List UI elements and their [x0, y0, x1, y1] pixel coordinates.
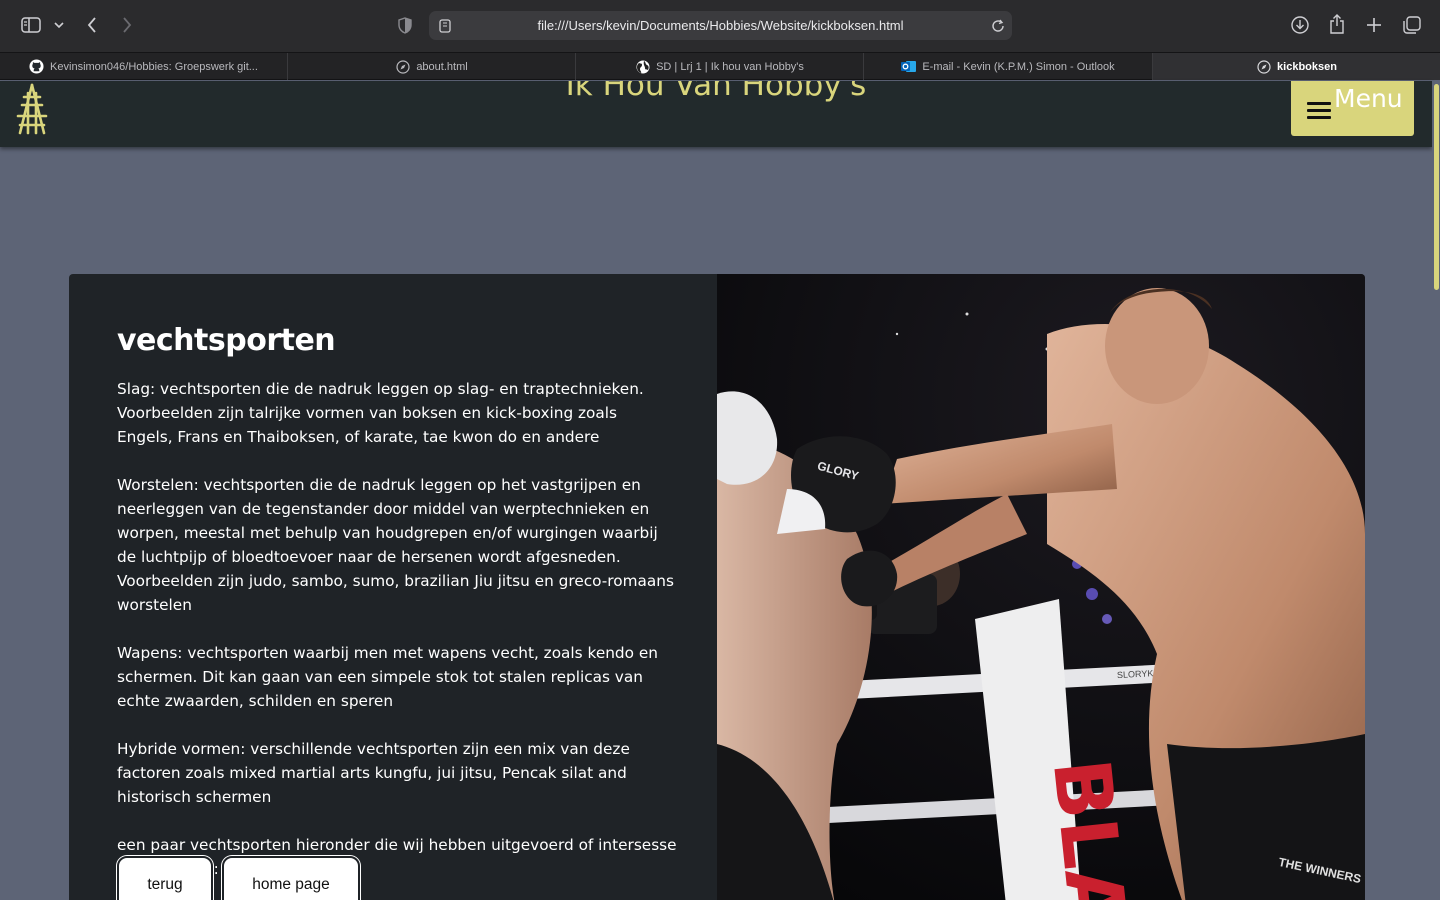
section-heading: vechtsporten	[117, 323, 336, 358]
paragraph-slag: Slag: vechtsporten die de nadruk leggen …	[117, 380, 644, 446]
tab-label: SD | Lrj 1 | Ik hou van Hobby's	[656, 60, 804, 73]
reload-icon[interactable]	[991, 18, 1005, 37]
page-scrollbar-thumb[interactable]	[1434, 84, 1439, 290]
menu-label: Menu	[1334, 84, 1403, 113]
compass-icon	[395, 59, 410, 74]
card-text: vechtsporten Slag: vechtsporten die de n…	[117, 322, 677, 900]
site-title: Ik Hou Van Hobby's	[565, 81, 867, 103]
address-bar[interactable]: file:///Users/kevin/Documents/Hobbies/We…	[429, 11, 1012, 40]
new-tab-plus-icon[interactable]	[1364, 15, 1384, 35]
button-row: terug home page	[117, 856, 360, 900]
tab-kickboksen[interactable]: kickboksen	[1153, 53, 1440, 80]
privacy-shield-icon[interactable]	[396, 16, 414, 34]
tab-label: kickboksen	[1277, 60, 1337, 73]
paragraph-wapens: Wapens: vechtsporten waarbij men met wap…	[117, 644, 658, 710]
compass-icon	[1256, 59, 1271, 74]
home-page-button[interactable]: home page	[222, 856, 360, 900]
paragraph-hybride: Hybride vormen: verschillende vechtsport…	[117, 740, 630, 806]
back-button[interactable]: terug	[117, 856, 213, 900]
tab-sd-hobbys[interactable]: SD | Lrj 1 | Ik hou van Hobby's	[576, 53, 864, 80]
chevron-down-icon[interactable]	[52, 18, 66, 32]
outlook-icon	[901, 59, 917, 74]
tab-overview-icon[interactable]	[1401, 15, 1423, 35]
tab-github[interactable]: Kevinsimon046/Hobbies: Groepswerk git...	[0, 53, 288, 80]
content-card: vechtsporten Slag: vechtsporten die de n…	[69, 274, 1365, 900]
hamburger-icon	[1307, 102, 1331, 119]
forward-arrow-icon[interactable]	[117, 15, 137, 35]
browser-toolbar: file:///Users/kevin/Documents/Hobbies/We…	[0, 0, 1440, 52]
sidebar-toggle-icon[interactable]	[20, 15, 42, 35]
tab-label: Kevinsimon046/Hobbies: Groepswerk git...	[50, 60, 258, 73]
download-icon[interactable]	[1290, 15, 1310, 35]
kickboxing-photo: SLORYKICKBOXING BLA GLORY THE WINNERS WO…	[717, 274, 1365, 900]
tab-label: about.html	[416, 60, 468, 73]
github-icon	[29, 59, 44, 74]
menu-button[interactable]: Menu	[1291, 81, 1414, 136]
tab-bar: Kevinsimon046/Hobbies: Groepswerk git...…	[0, 52, 1440, 80]
back-arrow-icon[interactable]	[82, 15, 102, 35]
site-header: Ik Hou Van Hobby's Menu	[0, 81, 1432, 147]
tab-label: E-mail - Kevin (K.P.M.) Simon - Outlook	[922, 60, 1115, 73]
share-icon[interactable]	[1327, 13, 1347, 35]
tab-about[interactable]: about.html	[288, 53, 576, 80]
banner-text: BLA	[1035, 755, 1142, 900]
paragraph-worstelen: Worstelen: vechtsporten die de nadruk le…	[117, 476, 674, 614]
globe-icon	[635, 59, 650, 74]
url-text[interactable]: file:///Users/kevin/Documents/Hobbies/We…	[429, 11, 1012, 40]
tab-outlook[interactable]: E-mail - Kevin (K.P.M.) Simon - Outlook	[864, 53, 1153, 80]
